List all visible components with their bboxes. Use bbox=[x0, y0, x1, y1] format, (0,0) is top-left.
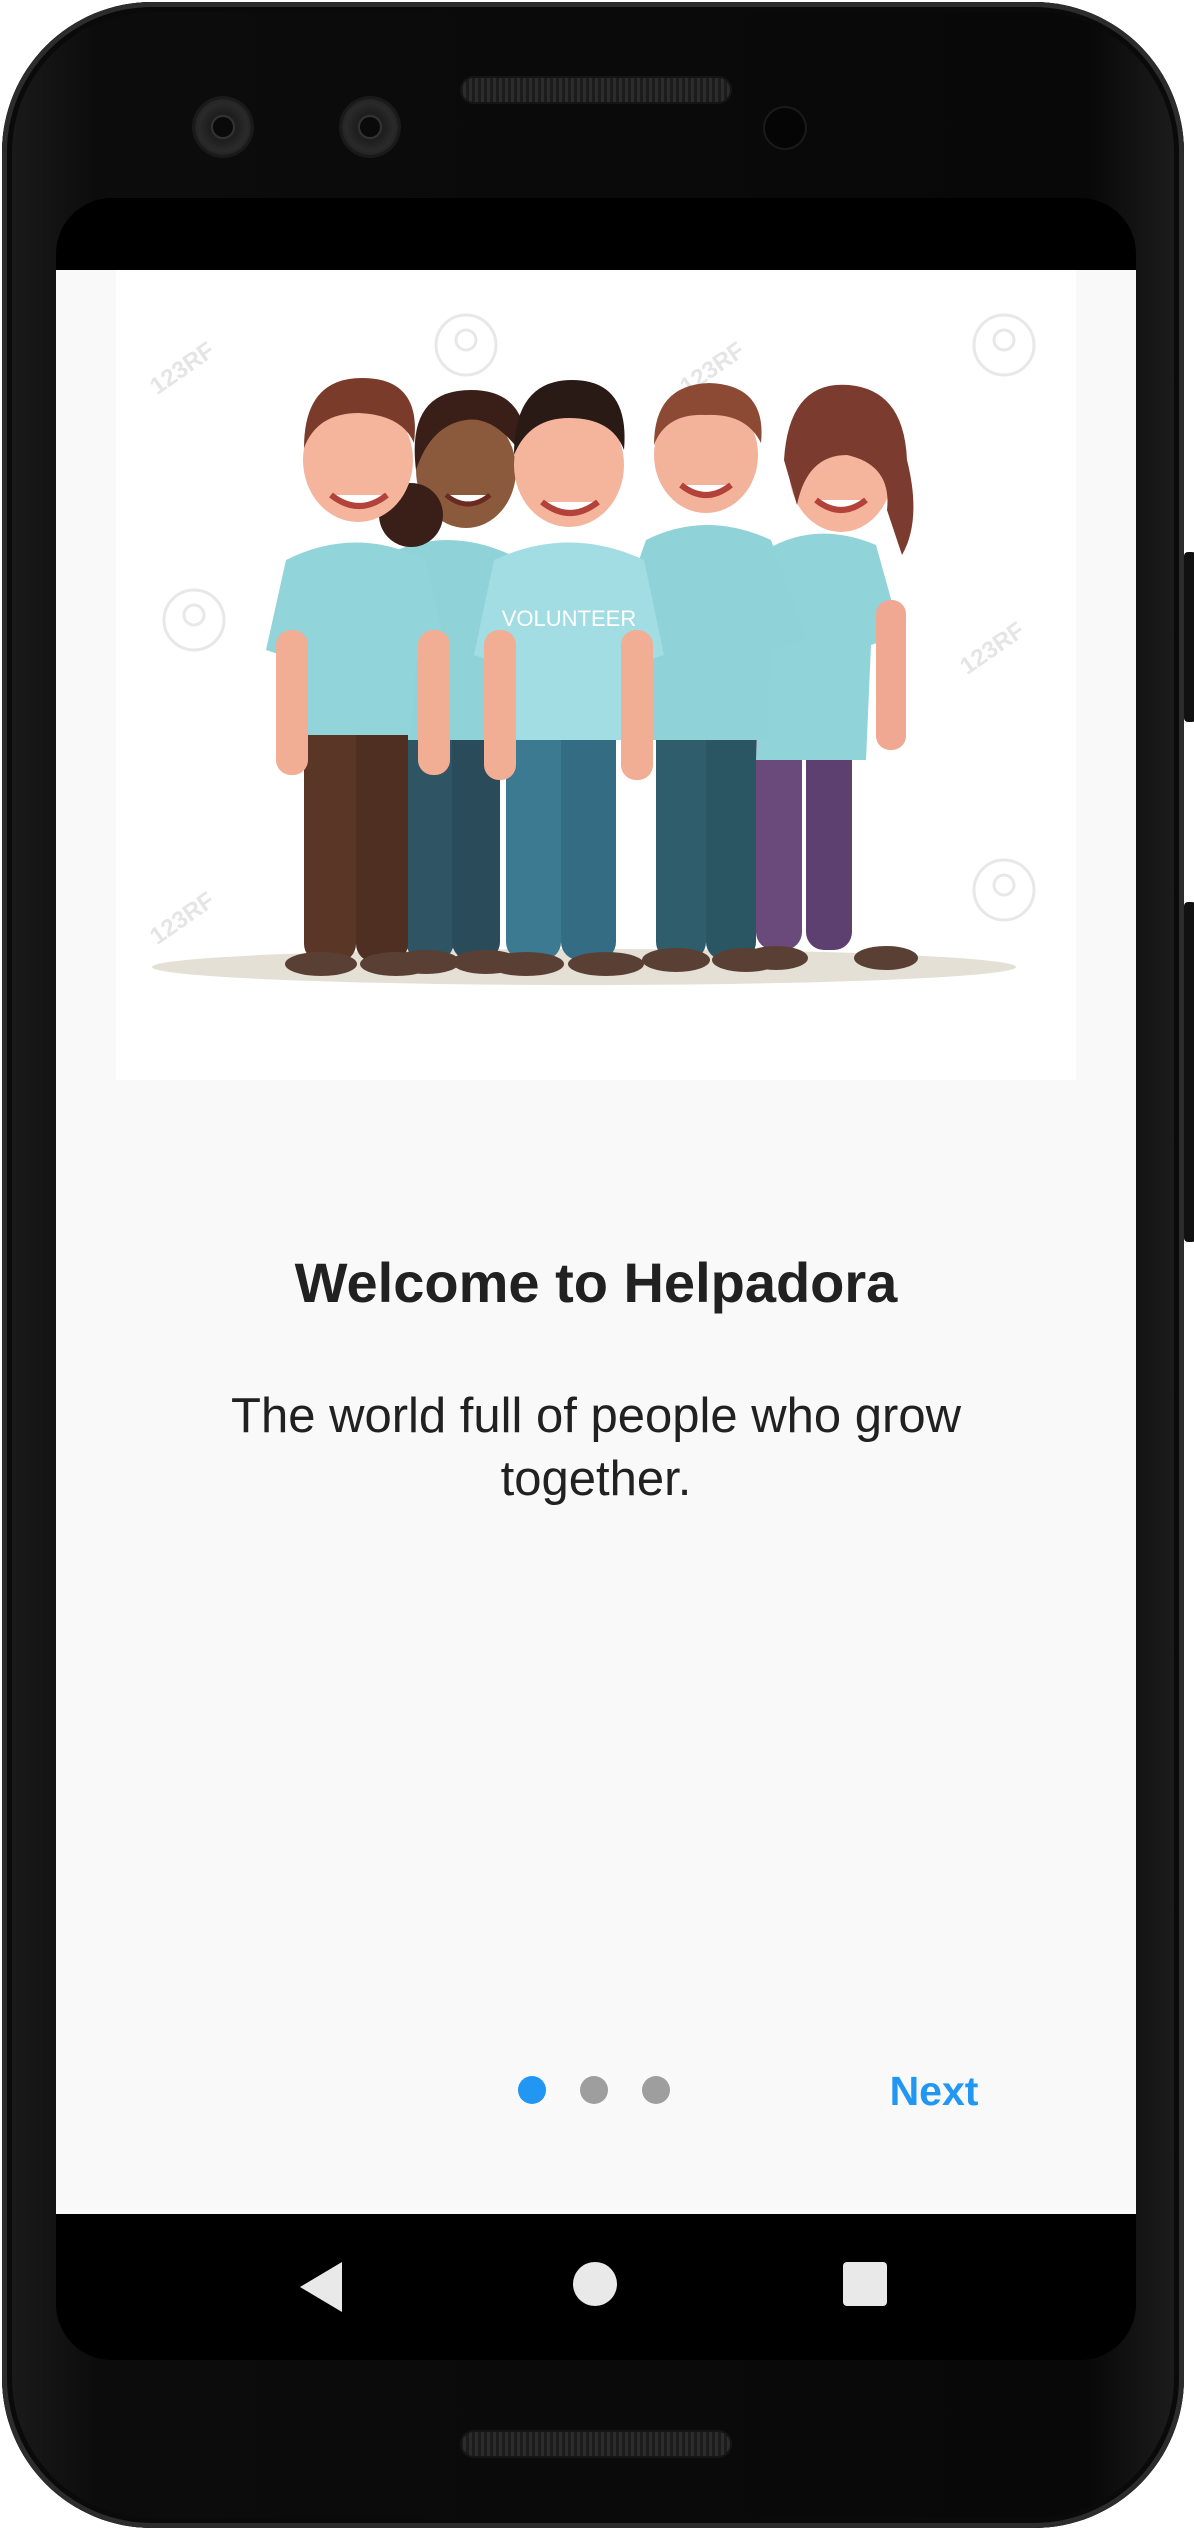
front-camera-icon bbox=[342, 99, 398, 155]
proximity-sensor bbox=[765, 108, 805, 148]
screen: 123RF 123RF 123RF 123RF 123RF bbox=[56, 198, 1136, 2360]
onboarding-screen: 123RF 123RF 123RF 123RF 123RF bbox=[56, 270, 1136, 2214]
welcome-subtitle: The world full of people who grow togeth… bbox=[231, 1389, 961, 1506]
back-icon[interactable] bbox=[300, 2262, 342, 2312]
welcome-title: Welcome to Helpadora bbox=[294, 1251, 898, 1314]
watermark-text: 123RF bbox=[955, 617, 1030, 680]
top-speaker bbox=[460, 76, 732, 104]
page-indicator bbox=[518, 2076, 670, 2104]
volunteers-illustration: 123RF 123RF 123RF 123RF 123RF bbox=[145, 313, 1036, 985]
next-button[interactable]: Next bbox=[852, 2054, 1016, 2126]
watermark-text: 123RF bbox=[145, 887, 220, 950]
power-button bbox=[1184, 552, 1194, 722]
home-icon[interactable] bbox=[573, 2262, 617, 2306]
system-navigation-bar bbox=[56, 2214, 1136, 2360]
front-camera-icon bbox=[195, 99, 251, 155]
volunteer-figure bbox=[744, 384, 918, 970]
watermark-text: 123RF bbox=[145, 337, 220, 400]
bottom-speaker bbox=[460, 2430, 732, 2458]
page-dot[interactable] bbox=[580, 2076, 608, 2104]
page-dot[interactable] bbox=[642, 2076, 670, 2104]
volume-button bbox=[1184, 902, 1194, 1242]
shirt-text: VOLUNTEER bbox=[502, 606, 636, 631]
recents-icon[interactable] bbox=[843, 2262, 887, 2306]
hero-illustration: 123RF 123RF 123RF 123RF 123RF bbox=[116, 270, 1076, 1080]
page-dot-active[interactable] bbox=[518, 2076, 546, 2104]
phone-frame: 123RF 123RF 123RF 123RF 123RF bbox=[2, 2, 1194, 2528]
